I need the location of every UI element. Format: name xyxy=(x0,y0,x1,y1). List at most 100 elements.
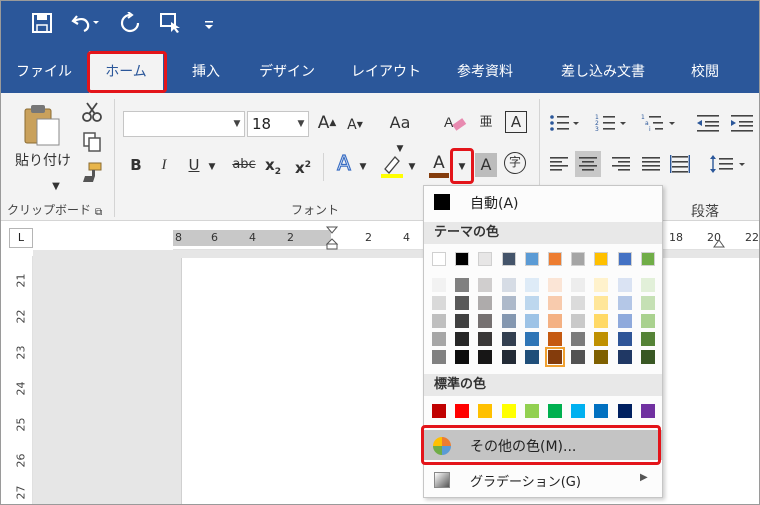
customize-icon[interactable] xyxy=(203,12,215,42)
theme-color-swatch[interactable] xyxy=(640,252,655,266)
strikethrough-button[interactable]: abc xyxy=(229,155,259,175)
bold-button[interactable]: B xyxy=(127,155,145,175)
theme-shade-swatch[interactable] xyxy=(548,296,562,310)
theme-color-swatch[interactable] xyxy=(501,252,516,266)
chevron-down-icon[interactable]: ▼ xyxy=(294,112,308,136)
theme-color-swatch[interactable] xyxy=(617,252,632,266)
superscript-button[interactable]: x2 xyxy=(293,155,313,178)
theme-shade-swatch[interactable] xyxy=(432,296,446,310)
theme-shade-swatch[interactable] xyxy=(640,350,655,364)
highlight-icon[interactable] xyxy=(379,153,407,182)
theme-shade-swatch[interactable] xyxy=(524,332,539,346)
theme-shade-swatch[interactable] xyxy=(594,350,609,364)
theme-shade-swatch[interactable] xyxy=(548,332,562,346)
chevron-down-icon[interactable]: ▼ xyxy=(230,112,244,136)
selected-color-swatch[interactable] xyxy=(545,347,565,367)
theme-shade-swatch[interactable] xyxy=(478,332,493,346)
chevron-down-icon[interactable]: ▼ xyxy=(357,157,369,177)
standard-color-swatch[interactable] xyxy=(594,404,609,418)
theme-shade-swatch[interactable] xyxy=(455,350,470,364)
tab-review[interactable]: 校閲 xyxy=(677,51,733,93)
bullets-icon[interactable] xyxy=(549,113,579,136)
theme-shade-swatch[interactable] xyxy=(617,296,632,310)
theme-shade-swatch[interactable] xyxy=(594,332,609,346)
font-color-button[interactable]: A xyxy=(427,151,451,179)
theme-shade-swatch[interactable] xyxy=(617,278,632,292)
theme-shade-swatch[interactable] xyxy=(617,350,632,364)
subscript-button[interactable]: x2 xyxy=(263,155,283,182)
theme-shade-swatch[interactable] xyxy=(524,350,539,364)
multilevel-list-icon[interactable]: 1ai xyxy=(641,113,677,136)
gradient-item[interactable]: グラデーション(G) ▶ xyxy=(424,466,662,494)
theme-shade-swatch[interactable] xyxy=(432,314,446,328)
theme-shade-swatch[interactable] xyxy=(524,314,539,328)
format-painter-icon[interactable] xyxy=(81,161,103,186)
tab-home[interactable]: ホーム xyxy=(89,51,163,93)
standard-color-swatch[interactable] xyxy=(617,404,632,418)
increase-indent-icon[interactable] xyxy=(729,113,755,136)
theme-shade-swatch[interactable] xyxy=(478,350,493,364)
standard-color-swatch[interactable] xyxy=(501,404,516,418)
theme-color-swatch[interactable] xyxy=(548,252,562,266)
tab-design[interactable]: デザイン xyxy=(249,51,325,93)
theme-shade-swatch[interactable] xyxy=(548,278,562,292)
undo-icon[interactable] xyxy=(71,12,99,39)
theme-shade-swatch[interactable] xyxy=(524,296,539,310)
align-center-icon[interactable] xyxy=(575,151,601,177)
theme-shade-swatch[interactable] xyxy=(478,314,493,328)
theme-shade-swatch[interactable] xyxy=(617,332,632,346)
theme-shade-swatch[interactable] xyxy=(617,314,632,328)
tab-mailings[interactable]: 差し込み文書 xyxy=(547,51,659,93)
char-shading-button[interactable]: A xyxy=(475,153,497,177)
theme-shade-swatch[interactable] xyxy=(455,332,470,346)
theme-shade-swatch[interactable] xyxy=(594,314,609,328)
theme-color-swatch[interactable] xyxy=(455,252,470,266)
line-spacing-icon[interactable] xyxy=(709,153,749,178)
theme-shade-swatch[interactable] xyxy=(501,350,516,364)
redo-icon[interactable] xyxy=(119,11,141,39)
enclose-char-button[interactable]: A xyxy=(505,111,527,133)
theme-shade-swatch[interactable] xyxy=(640,278,655,292)
theme-shade-swatch[interactable] xyxy=(455,278,470,292)
chevron-down-icon[interactable]: ▼ xyxy=(206,157,218,177)
more-colors-item[interactable]: その他の色(M)... xyxy=(424,430,662,460)
theme-shade-swatch[interactable] xyxy=(548,314,562,328)
automatic-color-item[interactable]: 自動(A) xyxy=(424,190,662,216)
vertical-ruler[interactable]: 21 22 23 24 25 26 27 xyxy=(9,256,33,504)
justify-icon[interactable] xyxy=(641,155,661,176)
cut-icon[interactable] xyxy=(81,101,103,126)
copy-icon[interactable] xyxy=(81,131,103,156)
theme-color-swatch[interactable] xyxy=(594,252,609,266)
theme-shade-swatch[interactable] xyxy=(478,278,493,292)
theme-shade-swatch[interactable] xyxy=(478,296,493,310)
theme-shade-swatch[interactable] xyxy=(501,314,516,328)
align-left-icon[interactable] xyxy=(549,155,569,176)
theme-shade-swatch[interactable] xyxy=(432,350,446,364)
theme-shade-swatch[interactable] xyxy=(455,296,470,310)
theme-color-swatch[interactable] xyxy=(524,252,539,266)
text-effects-button[interactable]: A xyxy=(333,152,355,173)
theme-shade-swatch[interactable] xyxy=(571,314,586,328)
theme-shade-swatch[interactable] xyxy=(432,278,446,292)
phonetic-guide-button[interactable]: 亜 xyxy=(475,113,497,133)
chevron-down-icon[interactable]: ▼ xyxy=(406,157,418,177)
font-color-dropdown-icon[interactable]: ▼ xyxy=(456,157,468,177)
shrink-font-button[interactable]: A▼ xyxy=(345,115,365,135)
theme-shade-swatch[interactable] xyxy=(571,350,586,364)
tab-file[interactable]: ファイル xyxy=(9,51,79,93)
standard-color-swatch[interactable] xyxy=(548,404,562,418)
theme-shade-swatch[interactable] xyxy=(594,278,609,292)
theme-shade-swatch[interactable] xyxy=(640,314,655,328)
standard-color-swatch[interactable] xyxy=(478,404,493,418)
theme-shade-swatch[interactable] xyxy=(501,332,516,346)
clipboard-launcher-icon[interactable]: ⧉ xyxy=(95,203,102,223)
enclosed-char-button[interactable]: 字 xyxy=(504,152,526,174)
theme-shade-swatch[interactable] xyxy=(571,332,586,346)
paste-dropdown-icon[interactable]: ▼ xyxy=(41,177,71,197)
theme-color-swatch[interactable] xyxy=(478,252,493,266)
tab-references[interactable]: 参考資料 xyxy=(445,51,525,93)
theme-shade-swatch[interactable] xyxy=(501,278,516,292)
standard-color-swatch[interactable] xyxy=(640,404,655,418)
distributed-icon[interactable] xyxy=(669,153,691,178)
tab-layout[interactable]: レイアウト xyxy=(341,51,431,93)
